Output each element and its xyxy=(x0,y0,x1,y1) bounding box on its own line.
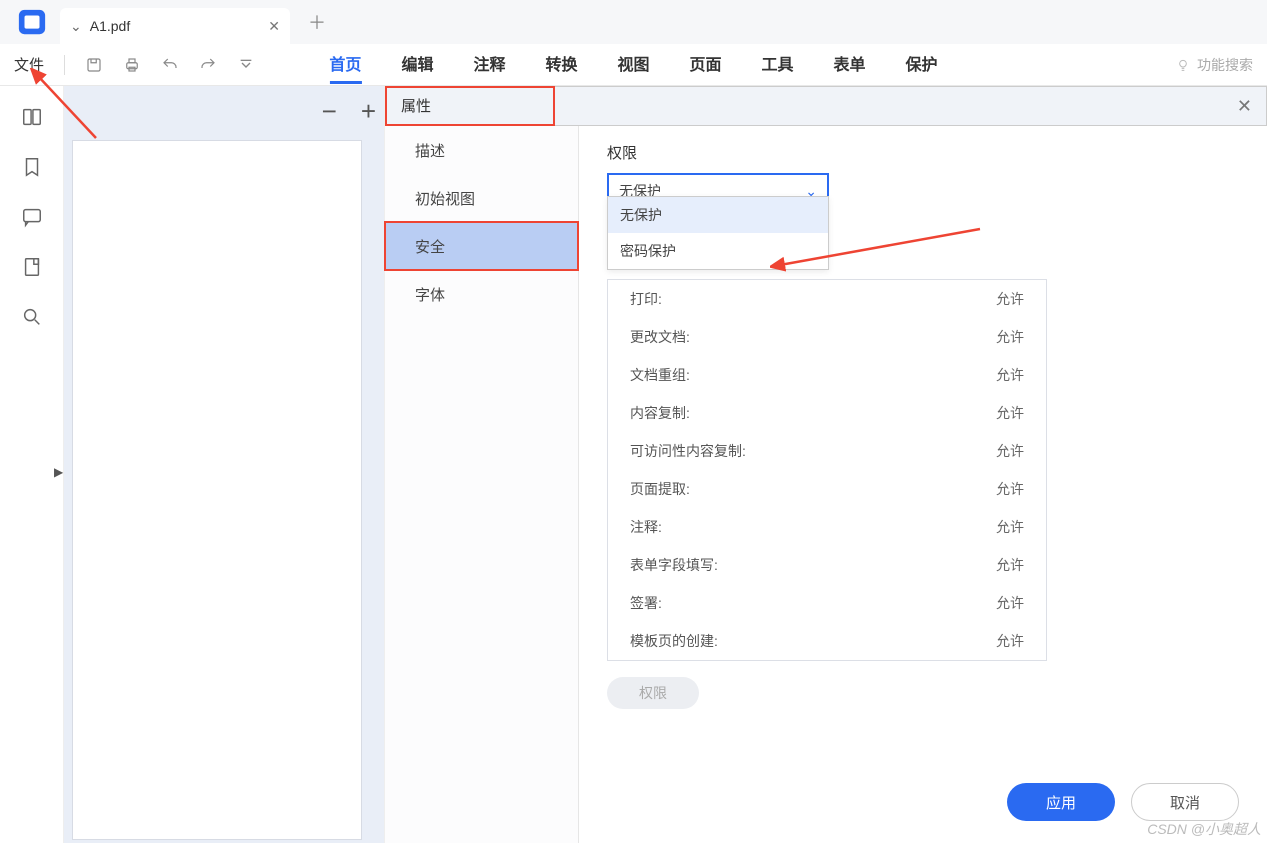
separator xyxy=(64,55,65,75)
perm-row: 文档重组:允许 xyxy=(608,356,1046,394)
perm-row: 注释:允许 xyxy=(608,508,1046,546)
main-menu: 首页 编辑 注释 转换 视图 页面 工具 表单 保护 xyxy=(329,45,937,84)
attachment-icon[interactable] xyxy=(21,256,43,278)
cancel-button[interactable]: 取消 xyxy=(1131,783,1239,821)
file-menu[interactable]: 文件 xyxy=(14,54,44,75)
tab-close-icon[interactable]: ✕ xyxy=(268,18,280,35)
dropdown-password-protection[interactable]: 密码保护 xyxy=(608,233,828,269)
left-sidebar: ▶ xyxy=(0,86,64,843)
thumbnails-icon[interactable] xyxy=(21,106,43,128)
nav-initial-view[interactable]: 初始视图 xyxy=(385,174,578,222)
panel-close-icon[interactable]: ✕ xyxy=(1237,96,1252,117)
bulb-icon xyxy=(1175,57,1191,73)
search-placeholder: 功能搜索 xyxy=(1197,55,1253,75)
properties-nav: 描述 初始视图 安全 字体 xyxy=(385,126,579,843)
perm-row: 更改文档:允许 xyxy=(608,318,1046,356)
document-pane: − + xyxy=(64,86,384,843)
more-dropdown-icon[interactable] xyxy=(235,54,257,76)
undo-icon[interactable] xyxy=(159,54,181,76)
dropdown-no-protection[interactable]: 无保护 xyxy=(608,197,828,233)
perm-row: 模板页的创建:允许 xyxy=(608,622,1046,660)
menu-protect[interactable]: 保护 xyxy=(906,45,938,84)
panel-title: 属性 xyxy=(385,86,555,126)
perm-row: 可访问性内容复制:允许 xyxy=(608,432,1046,470)
panel-header: 属性 ✕ xyxy=(385,86,1267,126)
tab-filename: A1.pdf xyxy=(90,18,130,34)
nav-description[interactable]: 描述 xyxy=(385,126,578,174)
save-icon[interactable] xyxy=(83,54,105,76)
toolbar: 文件 首页 编辑 注释 转换 视图 页面 工具 表单 保护 功能搜索 xyxy=(0,44,1267,86)
menu-view[interactable]: 视图 xyxy=(617,45,649,84)
tab-chevron-icon: ⌄ xyxy=(70,18,82,35)
protection-dropdown: 无保护 密码保护 xyxy=(607,196,829,270)
panel-footer: 应用 取消 xyxy=(1007,783,1239,821)
zoom-out-button[interactable]: − xyxy=(322,96,337,127)
new-tab-button[interactable]: ＋ xyxy=(308,9,326,35)
properties-content: 权限 无保护 ⌄ 无保护 密码保护 打印:允许 更改文档:允许 文档重组:允许 … xyxy=(579,126,1267,843)
permissions-label: 权限 xyxy=(607,142,1239,163)
feature-search[interactable]: 功能搜索 xyxy=(1175,55,1253,75)
document-tab[interactable]: ⌄ A1.pdf ✕ xyxy=(60,8,290,44)
perm-row: 页面提取:允许 xyxy=(608,470,1046,508)
watermark: CSDN @小奥超人 xyxy=(1147,819,1261,839)
zoom-in-button[interactable]: + xyxy=(361,96,376,127)
comment-icon[interactable] xyxy=(21,206,43,228)
zoom-controls: − + xyxy=(322,96,376,127)
redo-icon[interactable] xyxy=(197,54,219,76)
menu-tools[interactable]: 工具 xyxy=(762,45,794,84)
permissions-list: 打印:允许 更改文档:允许 文档重组:允许 内容复制:允许 可访问性内容复制:允… xyxy=(607,279,1047,661)
tab-bar: ⌄ A1.pdf ✕ ＋ xyxy=(0,0,1267,44)
nav-security[interactable]: 安全 xyxy=(385,222,578,270)
nav-fonts[interactable]: 字体 xyxy=(385,270,578,318)
page-preview[interactable] xyxy=(72,140,362,840)
menu-edit[interactable]: 编辑 xyxy=(401,45,433,84)
menu-home[interactable]: 首页 xyxy=(329,45,361,84)
sidebar-collapse-icon[interactable]: ▶ xyxy=(54,465,63,479)
permissions-button: 权限 xyxy=(607,677,699,709)
perm-row: 内容复制:允许 xyxy=(608,394,1046,432)
properties-panel: 属性 ✕ 描述 初始视图 安全 字体 权限 无保护 ⌄ 无保护 密码保护 xyxy=(384,86,1267,843)
menu-convert[interactable]: 转换 xyxy=(545,45,577,84)
perm-row: 签署:允许 xyxy=(608,584,1046,622)
apply-button[interactable]: 应用 xyxy=(1007,783,1115,821)
menu-page[interactable]: 页面 xyxy=(690,45,722,84)
perm-row: 打印:允许 xyxy=(608,280,1046,318)
perm-row: 表单字段填写:允许 xyxy=(608,546,1046,584)
search-icon[interactable] xyxy=(21,306,43,328)
bookmark-icon[interactable] xyxy=(21,156,43,178)
print-icon[interactable] xyxy=(121,54,143,76)
app-logo-icon xyxy=(14,4,50,40)
menu-form[interactable]: 表单 xyxy=(834,45,866,84)
menu-annotate[interactable]: 注释 xyxy=(473,45,505,84)
